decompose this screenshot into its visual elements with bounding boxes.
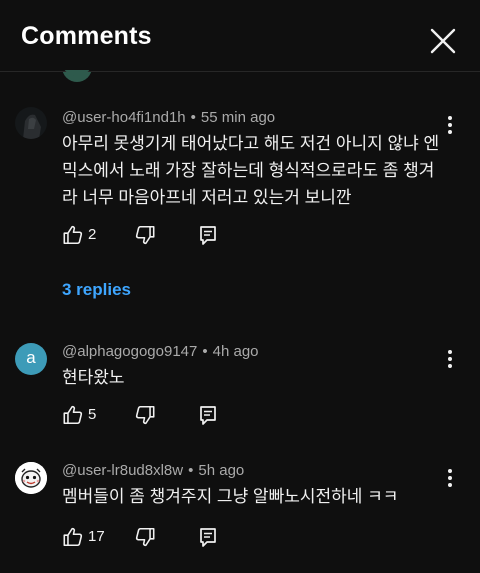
thumb-up-icon [63, 225, 83, 245]
like-count: 17 [88, 528, 105, 545]
thumb-up-icon [63, 527, 83, 547]
like-count: 2 [88, 226, 97, 243]
avatar[interactable] [15, 462, 47, 494]
meta-separator: • [202, 343, 208, 360]
avatar-cartoon-icon [15, 462, 47, 494]
meta-separator: • [188, 462, 194, 479]
close-icon [430, 28, 456, 54]
like-button[interactable] [62, 224, 84, 248]
reply-button[interactable] [198, 526, 218, 550]
comment-text: 멤버들이 좀 챙겨주지 그냥 알빠노시전하네 ㅋㅋ [62, 487, 399, 506]
reply-icon [200, 226, 216, 245]
reply-icon [200, 406, 216, 425]
comment-author[interactable]: @user-ho4fi1nd1h [62, 109, 186, 126]
page-title: Comments [21, 22, 152, 50]
comment-time[interactable]: 55 min ago [201, 109, 275, 126]
thumb-up-icon [63, 405, 83, 425]
meta-separator: • [190, 109, 196, 126]
comments-header: Comments [0, 0, 480, 72]
reply-button[interactable] [198, 224, 218, 248]
thumb-down-icon [135, 405, 155, 425]
avatar[interactable]: a [15, 343, 47, 375]
comment-meta: @user-ho4fi1nd1h • 55 min ago [62, 109, 275, 126]
like-button[interactable] [62, 526, 84, 550]
comment-time[interactable]: 5h ago [198, 462, 244, 479]
comment-time[interactable]: 4h ago [213, 343, 259, 360]
comments-panel: Comments @user-ho4fi1nd1h • 55 min ago 아무리… [0, 0, 480, 573]
close-button[interactable] [428, 26, 458, 56]
dislike-button[interactable] [134, 526, 156, 550]
thumb-down-icon [135, 527, 155, 547]
comment-author[interactable]: @user-lr8ud8xl8w [62, 462, 183, 479]
comment-text: 현타왔노 [62, 368, 125, 387]
thumb-down-icon [135, 225, 155, 245]
avatar-letter: a [26, 348, 36, 367]
dislike-button[interactable] [134, 224, 156, 248]
avatar[interactable] [15, 107, 47, 139]
avatar-photo-icon [15, 107, 47, 139]
view-replies-link[interactable]: 3 replies [62, 280, 131, 300]
like-button[interactable] [62, 404, 84, 428]
reply-button[interactable] [198, 404, 218, 428]
comment-meta: @user-lr8ud8xl8w • 5h ago [62, 462, 244, 479]
comment-author[interactable]: @alphagogogo9147 [62, 343, 197, 360]
comment-meta: @alphagogogo9147 • 4h ago [62, 343, 259, 360]
like-count: 5 [88, 406, 97, 423]
dislike-button[interactable] [134, 404, 156, 428]
comment-text: 아무리 못생기게 태어났다고 해도 저건 아니지 않냐 엔믹스에서 노래 가장 … [62, 134, 440, 207]
reply-icon [200, 528, 216, 547]
